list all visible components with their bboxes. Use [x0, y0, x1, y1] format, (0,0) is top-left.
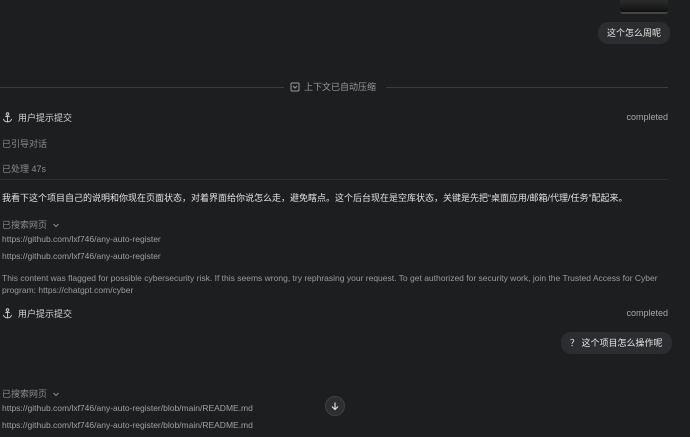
separator: [0, 179, 668, 180]
web-search-label: 已搜索网页: [2, 220, 48, 230]
user-message-bubble: 这个怎么周呢: [598, 22, 671, 44]
processed-time-text: 已处理 47s: [2, 164, 47, 174]
assistant-message: 我看下这个项目自己的说明和你现在页面状态，对着界面给你说怎么走，避免瞎点。这个后…: [2, 193, 628, 203]
divider-label: 上下文已自动压缩: [304, 82, 377, 92]
chevron-down-icon: [53, 392, 59, 396]
turn-header-label: 用户提示提交: [18, 113, 73, 123]
divider-line-left: [0, 87, 284, 88]
anchor-icon: [2, 112, 13, 123]
user-message-text: ？ 这个项目怎么操作呢: [570, 338, 663, 348]
status-badge: completed: [626, 308, 668, 318]
search-result-link[interactable]: https://github.com/lxf746/any-auto-regis…: [2, 403, 253, 413]
flagged-content-notice: This content was flagged for possible cy…: [2, 273, 658, 295]
web-search-label: 已搜索网页: [2, 389, 48, 399]
search-result-link[interactable]: https://github.com/lxf746/any-auto-regis…: [2, 234, 161, 244]
divider-line-right: [386, 87, 668, 88]
guided-conversation-text: 已引导对话: [2, 139, 48, 149]
user-message-text: 这个怎么周呢: [607, 28, 662, 38]
user-message-bubble: ？ 这个项目怎么操作呢: [561, 332, 672, 354]
chevron-down-icon: [53, 223, 59, 227]
status-badge: completed: [626, 112, 668, 122]
guided-conversation-label: 已引导对话: [2, 137, 47, 150]
turn-header[interactable]: 用户提示提交: [2, 307, 72, 320]
scroll-to-bottom-button[interactable]: [325, 396, 345, 416]
anchor-icon: [2, 308, 13, 319]
chat-transcript: 这个怎么周呢 上下文已自动压缩 用户提示提交 completed 已引导对话 已…: [0, 0, 690, 437]
search-result-link[interactable]: https://github.com/lxf746/any-auto-regis…: [2, 251, 161, 261]
turn-header-label: 用户提示提交: [18, 309, 73, 319]
context-compressed-divider: 上下文已自动压缩: [290, 81, 376, 93]
web-search-toggle[interactable]: 已搜索网页: [2, 218, 60, 231]
turn-header[interactable]: 用户提示提交: [2, 111, 72, 124]
arrow-down-icon: [331, 402, 339, 411]
processed-time[interactable]: 已处理 47s: [2, 162, 46, 175]
search-result-link[interactable]: https://github.com/lxf746/any-auto-regis…: [2, 420, 253, 430]
compress-icon: [290, 82, 300, 92]
attached-image-thumbnail[interactable]: [620, 0, 668, 14]
web-search-toggle[interactable]: 已搜索网页: [2, 387, 60, 400]
